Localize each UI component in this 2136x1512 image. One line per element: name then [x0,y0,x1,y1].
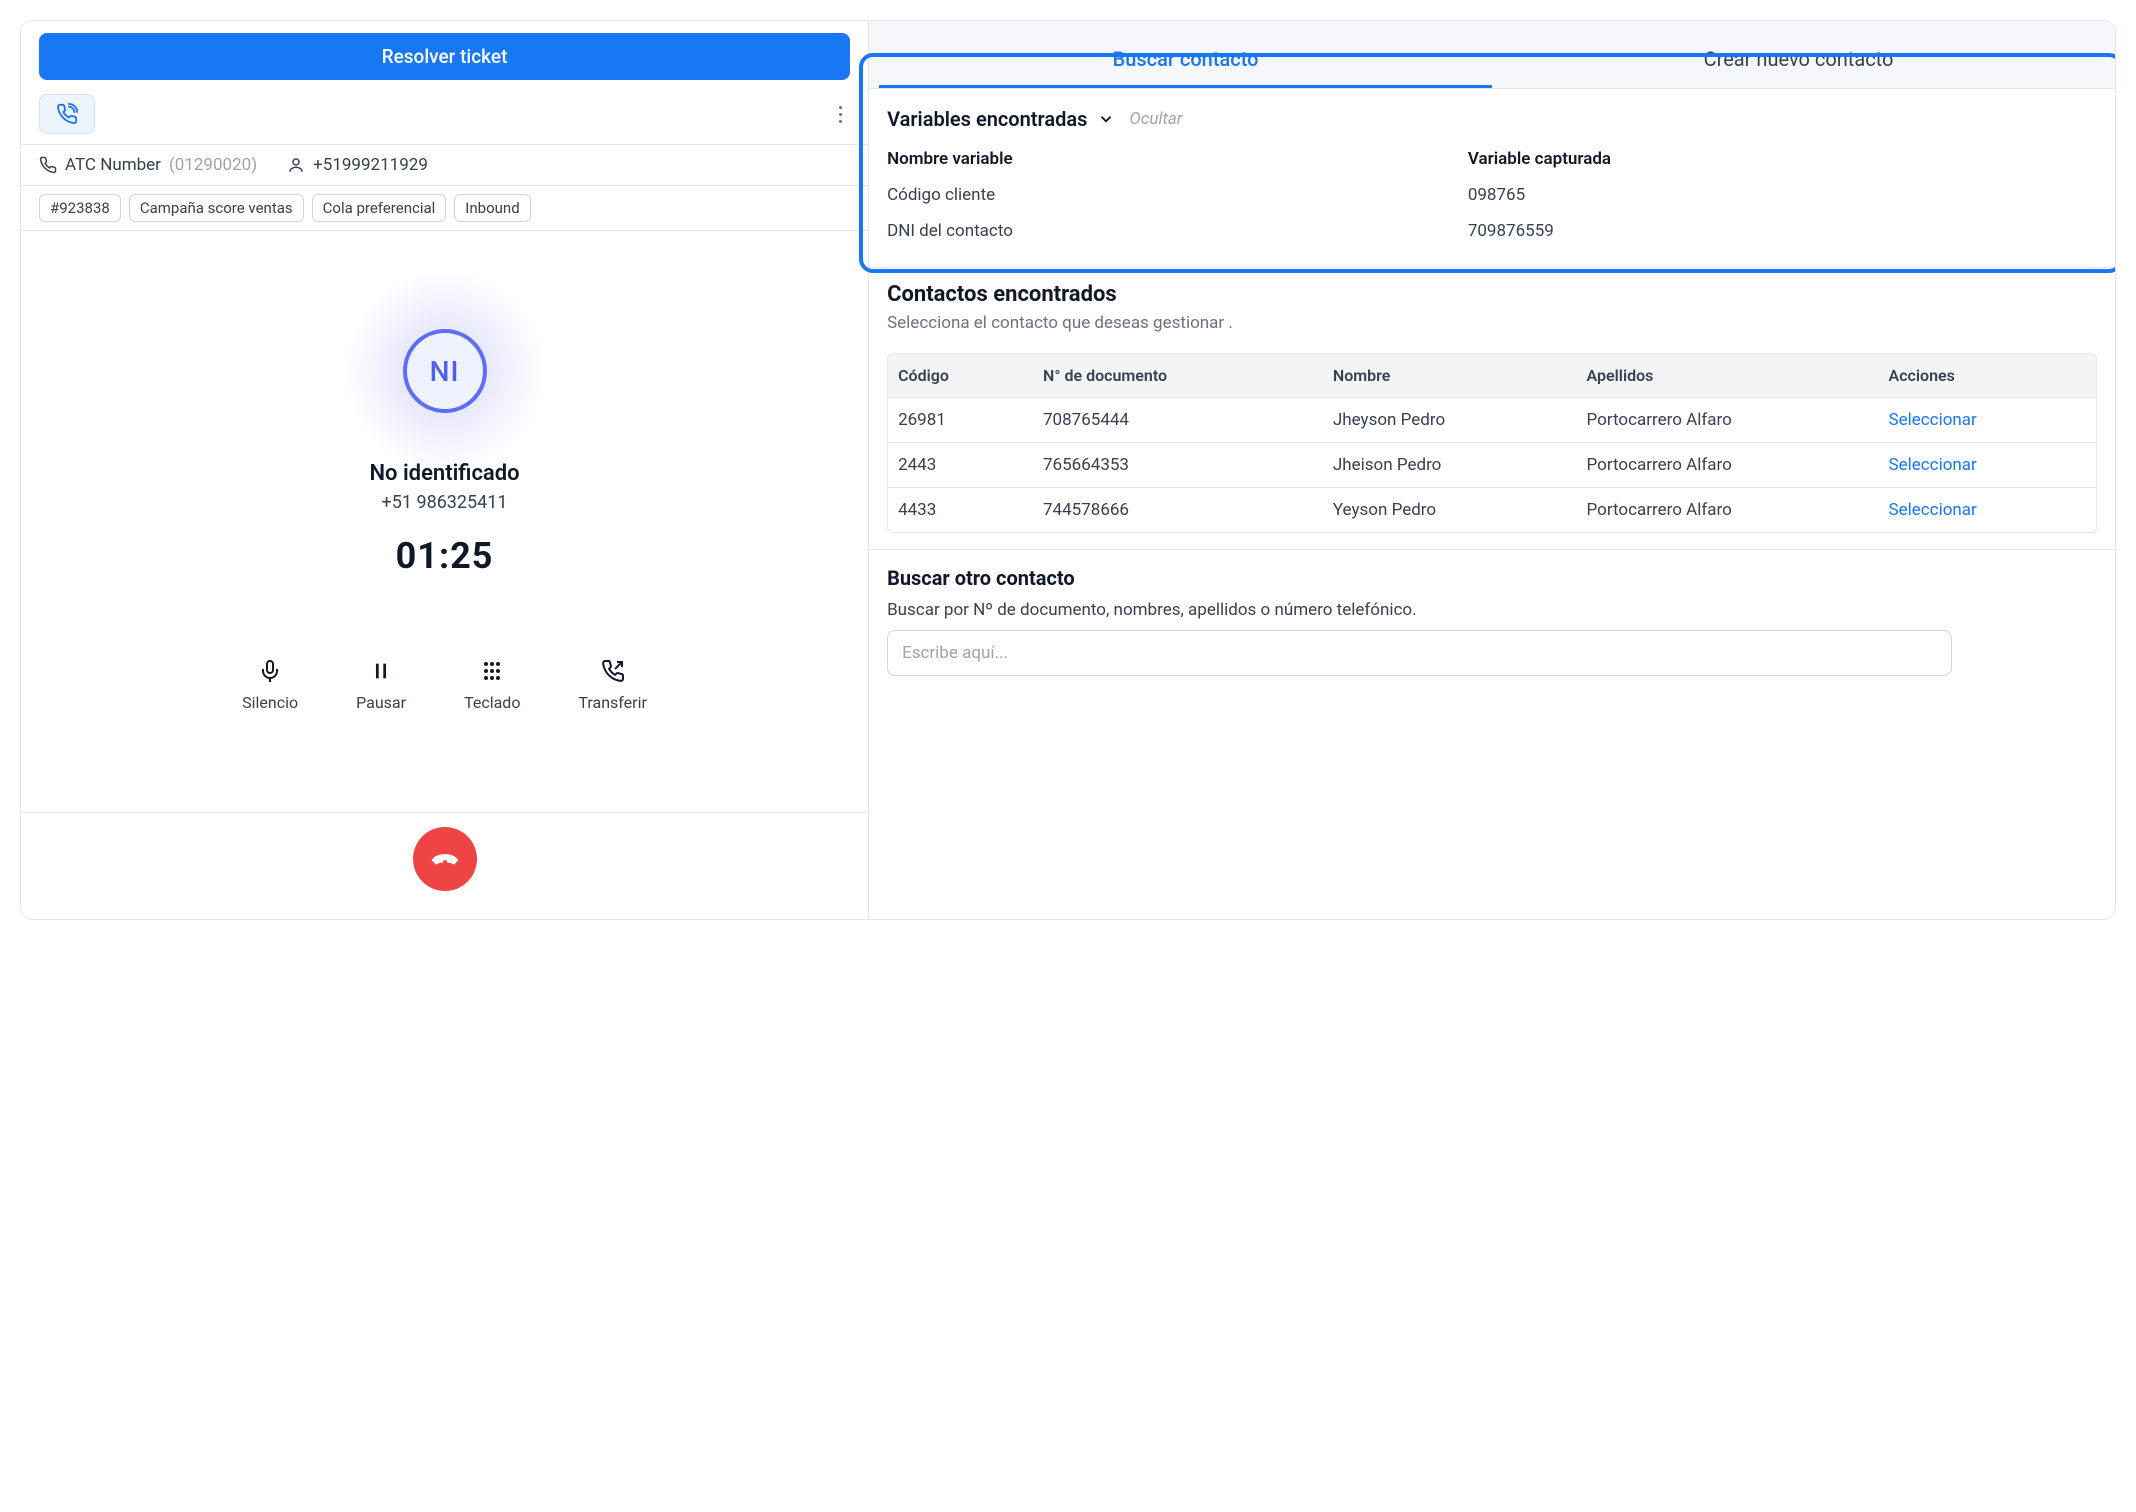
cell-doc: 765664353 [1033,443,1323,487]
var-value: 709876559 [1468,221,2097,241]
select-contact-link[interactable]: Seleccionar [1889,410,1977,430]
chevron-down-icon [1097,110,1115,128]
phone-small-icon [39,156,57,174]
col-name: Nombre [1323,354,1577,397]
keypad-label: Teclado [464,693,520,712]
pause-label: Pausar [356,693,406,712]
col-actions: Acciones [1879,354,2096,397]
col-last: Apellidos [1577,354,1879,397]
transfer-icon [599,657,627,685]
hangup-icon [430,844,460,874]
table-row: 4433 744578666 Yeyson Pedro Portocarrero… [888,487,2096,532]
variables-title[interactable]: Variables encontradas [887,107,1115,131]
caller-phone: +51 986325411 [382,492,508,513]
cell-doc: 744578666 [1033,488,1323,532]
hide-variables-link[interactable]: Ocultar [1129,109,1182,129]
mic-icon [256,657,284,685]
resolve-ticket-button[interactable]: Resolver ticket [39,33,850,80]
col-code: Código [888,354,1033,397]
var-name: DNI del contacto [887,221,1468,241]
transfer-button[interactable]: Transferir [578,657,646,712]
cell-last: Portocarrero Alfaro [1577,443,1879,487]
var-name: Código cliente [887,185,1468,205]
call-number: +51999211929 [313,155,428,175]
vars-col-name: Nombre variable [887,149,1468,169]
select-contact-link[interactable]: Seleccionar [1889,455,1977,475]
atc-number-info: ATC Number (01290020) [39,155,257,175]
avatar-initials: NI [430,355,460,388]
caller-number-info: +51999211929 [287,155,428,175]
vars-row: Código cliente 098765 [887,177,2097,213]
contacts-title: Contactos encontrados [887,282,2097,307]
vars-row: DNI del contacto 709876559 [887,213,2097,249]
search-other-input[interactable] [887,630,1952,676]
cell-last: Portocarrero Alfaro [1577,398,1879,442]
select-contact-link[interactable]: Seleccionar [1889,500,1977,520]
tag-ticket-id: #923838 [39,194,121,222]
tab-create-contact[interactable]: Crear nuevo contacto [1492,31,2105,88]
vars-col-value: Variable capturada [1468,149,2097,169]
cell-doc: 708765444 [1033,398,1323,442]
person-icon [287,156,305,174]
tag-campaign: Campaña score ventas [129,194,304,222]
cell-code: 2443 [888,443,1033,487]
search-other-subtitle: Buscar por Nº de documento, nombres, ape… [887,600,2097,620]
mute-label: Silencio [242,693,298,712]
search-other-title: Buscar otro contacto [887,566,2097,590]
tag-direction: Inbound [454,194,530,222]
pause-button[interactable]: Pausar [356,657,406,712]
contacts-subtitle: Selecciona el contacto que deseas gestio… [887,313,2097,333]
cell-name: Yeyson Pedro [1323,488,1577,532]
phone-icon [56,103,78,125]
mute-button[interactable]: Silencio [242,657,298,712]
call-timer: 01:25 [396,535,494,577]
col-doc: N° de documento [1033,354,1323,397]
transfer-label: Transferir [578,693,646,712]
hangup-button[interactable] [413,827,477,891]
caller-avatar: NI [365,291,525,451]
cell-last: Portocarrero Alfaro [1577,488,1879,532]
more-options-button[interactable] [830,100,850,129]
cell-code: 26981 [888,398,1033,442]
atc-label: ATC Number [65,155,161,175]
cell-name: Jheyson Pedro [1323,398,1577,442]
pause-icon [367,657,395,685]
table-row: 26981 708765444 Jheyson Pedro Portocarre… [888,397,2096,442]
tab-search-contact[interactable]: Buscar contacto [879,31,1492,88]
contacts-table: Código N° de documento Nombre Apellidos … [887,353,2097,533]
keypad-button[interactable]: Teclado [464,657,520,712]
var-value: 098765 [1468,185,2097,205]
variables-title-text: Variables encontradas [887,107,1087,131]
phone-toolbar-button[interactable] [39,94,95,134]
cell-name: Jheison Pedro [1323,443,1577,487]
tag-queue: Cola preferencial [312,194,447,222]
table-row: 2443 765664353 Jheison Pedro Portocarrer… [888,442,2096,487]
keypad-icon [478,657,506,685]
cell-code: 4433 [888,488,1033,532]
atc-number: (01290020) [169,155,257,175]
